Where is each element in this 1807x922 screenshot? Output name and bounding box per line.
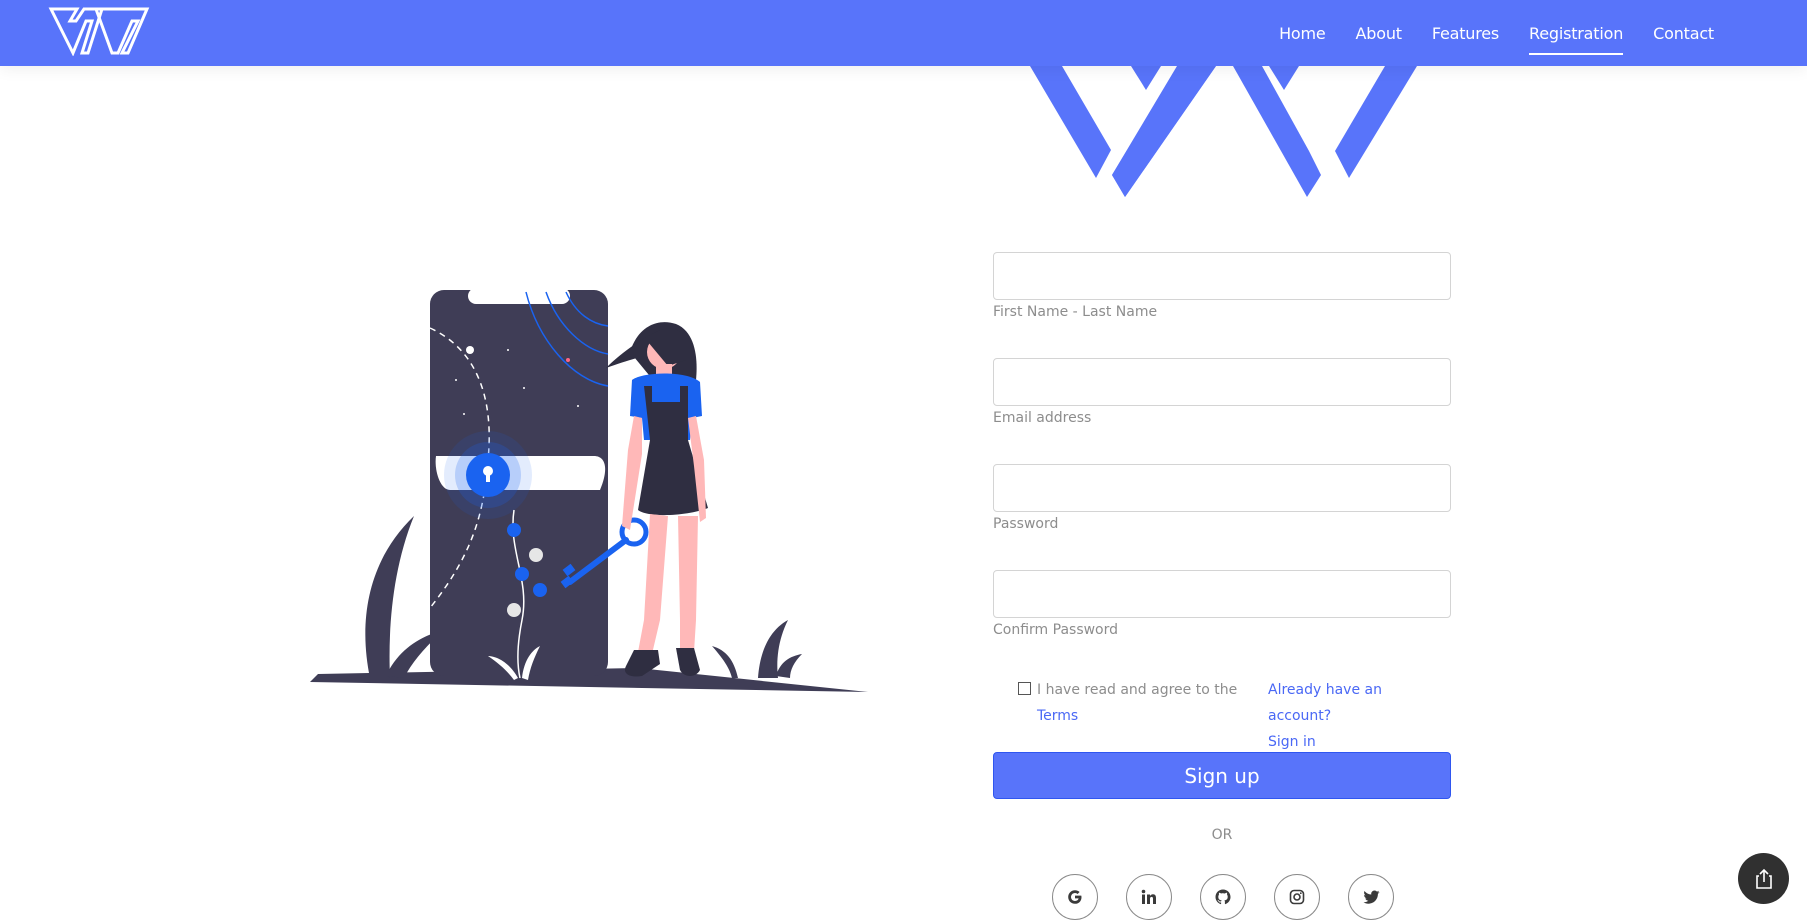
terms-checkbox[interactable] xyxy=(1018,682,1031,695)
already-account-link[interactable]: Already have an account? xyxy=(1268,682,1382,724)
instagram-login-button[interactable] xyxy=(1274,874,1320,920)
nav-link-features[interactable]: Features xyxy=(1432,24,1499,43)
already-account-block: Already have an account? Sign in xyxy=(1268,677,1448,755)
registration-form: First Name - Last Name Email address Pas… xyxy=(993,252,1451,676)
password-hint: Password xyxy=(993,516,1059,532)
email-input[interactable] xyxy=(993,358,1451,406)
twitter-login-button[interactable] xyxy=(1348,874,1394,920)
top-navbar: Home About Features Registration Contact xyxy=(0,0,1807,66)
sign-up-button[interactable]: Sign up xyxy=(993,752,1451,799)
security-illustration xyxy=(310,290,868,692)
email-hint: Email address xyxy=(993,410,1092,426)
linkedin-login-button[interactable] xyxy=(1126,874,1172,920)
hero-logo-icon xyxy=(1030,66,1417,197)
nav-link-registration[interactable]: Registration xyxy=(1529,24,1623,55)
password-input[interactable] xyxy=(993,464,1451,512)
confirm-password-input[interactable] xyxy=(993,570,1451,618)
share-icon xyxy=(1755,868,1772,889)
linkedin-icon xyxy=(1141,889,1156,904)
terms-link[interactable]: Terms xyxy=(1037,708,1078,724)
nav-menu: Home About Features Registration Contact xyxy=(1249,0,1714,66)
email-field-group: Email address xyxy=(993,358,1451,464)
full-name-field-group: First Name - Last Name xyxy=(993,252,1451,358)
share-floating-button[interactable] xyxy=(1738,853,1789,904)
terms-agreement: I have read and agree to the Terms xyxy=(1018,677,1258,729)
confirm-password-field-group: Confirm Password xyxy=(993,570,1451,676)
social-login-row xyxy=(1052,874,1394,920)
sign-in-link[interactable]: Sign in xyxy=(1268,734,1316,750)
confirm-password-hint: Confirm Password xyxy=(993,622,1119,638)
github-icon xyxy=(1215,889,1231,905)
nav-link-contact[interactable]: Contact xyxy=(1653,24,1714,43)
brand-logo-icon[interactable] xyxy=(48,6,150,56)
nav-link-home[interactable]: Home xyxy=(1279,24,1326,43)
twitter-icon xyxy=(1363,890,1379,904)
full-name-hint: First Name - Last Name xyxy=(993,304,1158,320)
terms-text: I have read and agree to the xyxy=(1037,682,1238,698)
password-field-group: Password xyxy=(993,464,1451,570)
full-name-input[interactable] xyxy=(993,252,1451,300)
or-divider-text: OR xyxy=(1211,827,1233,843)
instagram-icon xyxy=(1289,889,1305,905)
google-login-button[interactable] xyxy=(1052,874,1098,920)
google-icon xyxy=(1068,890,1082,904)
nav-link-about[interactable]: About xyxy=(1356,24,1403,43)
github-login-button[interactable] xyxy=(1200,874,1246,920)
